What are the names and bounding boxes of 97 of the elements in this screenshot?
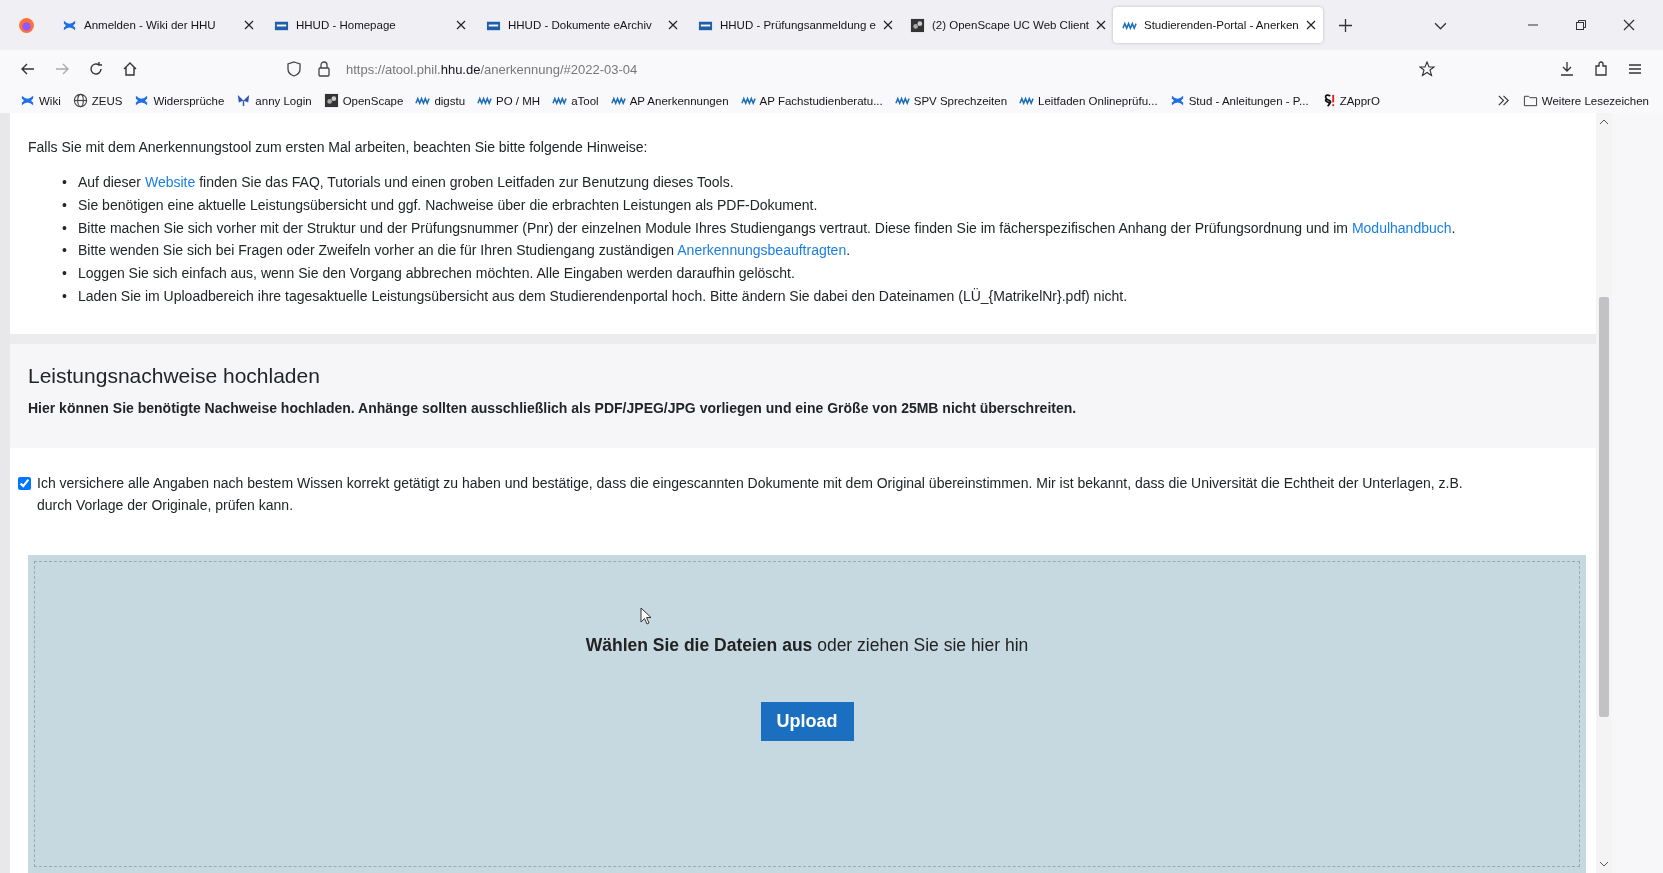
intro-text: Falls Sie mit dem Anerkennungstool zum ersten Mal arbeiten, beachten Sie bitte folgende Hinweise: (28, 139, 649, 155)
tab-title: HHUD - Prüfungsanmeldung e (720, 19, 876, 31)
close-icon[interactable] (882, 20, 893, 30)
bookmark-label: digstu (434, 94, 466, 107)
close-icon[interactable] (1096, 20, 1107, 30)
bookmark-label: Widersprüche (153, 94, 225, 107)
bullet-mark: • (62, 195, 68, 215)
bookmark-item[interactable]: OpenScape (323, 93, 404, 108)
tab-title: HHUD - Dokumente eArchiv (508, 19, 652, 31)
bullet-mark: • (62, 264, 68, 284)
cross-logo-icon (134, 93, 150, 108)
browser-logo-icon[interactable] (18, 16, 35, 34)
bookmark-item[interactable]: Wiki (20, 93, 61, 108)
browser-tab[interactable]: Studierenden-Portal - Anerken (1113, 7, 1323, 43)
bookmark-label: anny Login (255, 94, 312, 107)
scroll-down-icon[interactable] (1599, 861, 1609, 867)
bullet-mark: • (62, 287, 68, 306)
close-icon[interactable] (1305, 20, 1316, 30)
bullet-mark: • (62, 218, 68, 238)
close-icon[interactable] (1623, 19, 1635, 31)
bullet-mark: • (62, 173, 68, 192)
scroll-up-icon[interactable] (1599, 119, 1609, 125)
bookmark-item[interactable]: SPV Sprechzeiten (894, 93, 1008, 108)
browser-tab[interactable]: Anmelden - Wiki der HHU (53, 7, 263, 43)
drop-prompt: Wählen Sie die Dateien aus oder ziehen Sie sie hier hin (585, 634, 1029, 656)
butterfly-icon (236, 93, 252, 108)
logo-icon (323, 93, 339, 108)
bookmark-label: Stud - Anleitungen - P... (1188, 94, 1309, 107)
bookmark-label: SPV Sprechzeiten (913, 94, 1008, 107)
folder-icon (1522, 93, 1538, 108)
bookmark-item[interactable]: Widersprüche (134, 93, 225, 108)
bookmark-label: aTool (571, 94, 599, 107)
hint-text: Auf dieser Website finden Sie das FAQ, Tutorials und einen groben Leitfaden zur Benutzung dieses Tools. (78, 173, 734, 192)
url-text: https://atool.phil.hhu.de/anerkennung/#2022-03-04 (346, 61, 638, 77)
bookmark-label: Weitere Lesezeichen (1541, 94, 1649, 107)
logo-icon (910, 17, 925, 33)
hint-text: Bitte machen Sie sich vorher mit der Struktur und der Prüfungsnummer (Pnr) der einzelnen Module Ihres Studiengangs vertraut. Diese finden Sie im fächerspezifischen Anhang der Prüfungsordnung und im Modulhandbuch. (78, 218, 1456, 238)
bookmark-item[interactable]: Stud - Anleitungen - P... (1169, 93, 1309, 108)
bookmark-item[interactable]: PO / MH (477, 93, 541, 108)
shield-icon (286, 61, 302, 77)
plus-icon[interactable] (1339, 18, 1352, 32)
hint-text: Bitte wenden Sie sich bei Fragen oder Zweifeln vorher an die für Ihren Studiengang zuständigen Anerkennungsbeauftragten. (78, 241, 851, 261)
home-icon[interactable] (122, 61, 138, 77)
reload-icon[interactable] (88, 61, 104, 77)
bookmark-label: AP Anerkennungen (629, 94, 729, 107)
bookmark-item[interactable]: ZApprO (1320, 93, 1380, 108)
bookmark-item[interactable]: Leitfaden Onlineprüfu... (1019, 93, 1158, 108)
close-icon[interactable] (668, 20, 678, 30)
section-title: Leistungsnachweise hochladen (28, 363, 321, 388)
download-icon[interactable] (1559, 61, 1575, 77)
hint-text: Sie benötigen eine aktuelle Leistungsübersicht und ggf. Nachweise über die erbrachten Leistungen als PDF-Dokument. (78, 195, 818, 215)
bookmark-item[interactable]: ZEUS (72, 93, 123, 108)
close-icon[interactable] (456, 20, 466, 30)
bookmark-item[interactable]: anny Login (236, 93, 312, 108)
confirmation-text: Ich versichere alle Angaben nach bestem Wissen korrekt getätigt zu haben und bestätige, dass die eingescannten Dokumente mit dem Original übereinstimmen. Mir ist bekannt, dass die Universität die Echtheit der Unterlagen, z.B. durch Vorlage der Originale, prüfen kann. (37, 473, 1464, 516)
browser-tab[interactable]: (2) OpenScape UC Web Client (901, 7, 1111, 43)
bullet-mark: • (62, 241, 68, 261)
bookmark-label: Leitfaden Onlineprüfu... (1038, 94, 1158, 107)
scrollbar-thumb[interactable] (1599, 297, 1609, 717)
upload-button[interactable]: Upload (760, 701, 854, 741)
hint-text: Loggen Sie sich einfach aus, wenn Sie den Vorgang abbrechen möchten. Alle Eingaben werden daraufhin gelöscht. (78, 264, 795, 284)
tab-title: Anmelden - Wiki der HHU (84, 19, 216, 31)
hint-text: Laden Sie im Uploadbereich ihre tagesaktuelle Leistungsübersicht aus dem Studierendenportal hoch. Bitte ändern Sie dabei den Dateinamen (LÜ_{MatrikelNr}.pdf) nicht. (78, 287, 1128, 306)
globe-icon (72, 93, 88, 108)
cursor-icon (640, 606, 652, 625)
lock-icon (316, 61, 332, 77)
browser-tab[interactable]: HHUD - Dokumente eArchiv (477, 7, 687, 43)
bookmark-label: AP Fachstudienberatu... (759, 94, 883, 107)
puzzle-icon[interactable] (1593, 61, 1609, 77)
bookmark-label: OpenScape (342, 94, 404, 107)
bookmark-item[interactable]: AP Fachstudienberatu... (740, 93, 883, 108)
tab-title: Studierenden-Portal - Anerken (1144, 19, 1299, 31)
browser-tab[interactable]: HHUD - Homepage (265, 7, 475, 43)
bookmark-item[interactable]: AP Anerkennungen (610, 93, 729, 108)
checkbox[interactable] (18, 476, 31, 490)
cross-logo-icon (20, 93, 35, 108)
bookmark-label: Wiki (39, 94, 61, 107)
bookmark-item[interactable]: digstu (415, 93, 466, 108)
bookmark-label: ZApprO (1339, 94, 1380, 107)
bookmark-item[interactable]: aTool (552, 93, 599, 108)
browser-tab[interactable]: HHUD - Prüfungsanmeldung e (689, 7, 899, 43)
scrollbar[interactable] (1596, 113, 1612, 873)
restore-icon[interactable] (1575, 19, 1587, 31)
bookmark-label: PO / MH (496, 94, 541, 107)
menu-icon[interactable] (1627, 61, 1643, 77)
link[interactable]: Modulhandbuch (1351, 219, 1452, 236)
section-description: Hier können Sie benötigte Nachweise hochladen. Anhänge sollten ausschließlich als PDF/JPEG/JPG vorliegen und eine Größe von 25MB nicht überschreiten. (28, 399, 1078, 416)
star-icon[interactable] (1419, 61, 1435, 77)
cross-logo-icon (1169, 93, 1185, 108)
tab-title: HHUD - Homepage (296, 19, 396, 31)
bookmark-label: ZEUS (91, 94, 123, 107)
bookmark-item[interactable]: Weitere Lesezeichen (1522, 93, 1649, 108)
link[interactable]: Website (144, 174, 196, 190)
tab-title: (2) OpenScape UC Web Client (932, 19, 1090, 31)
back-arrow-icon[interactable] (20, 61, 36, 77)
close-icon[interactable] (244, 20, 254, 30)
drop-zone[interactable]: Wählen Sie die Dateien aus oder ziehen Sie sie hier hin Upload (28, 554, 1586, 873)
